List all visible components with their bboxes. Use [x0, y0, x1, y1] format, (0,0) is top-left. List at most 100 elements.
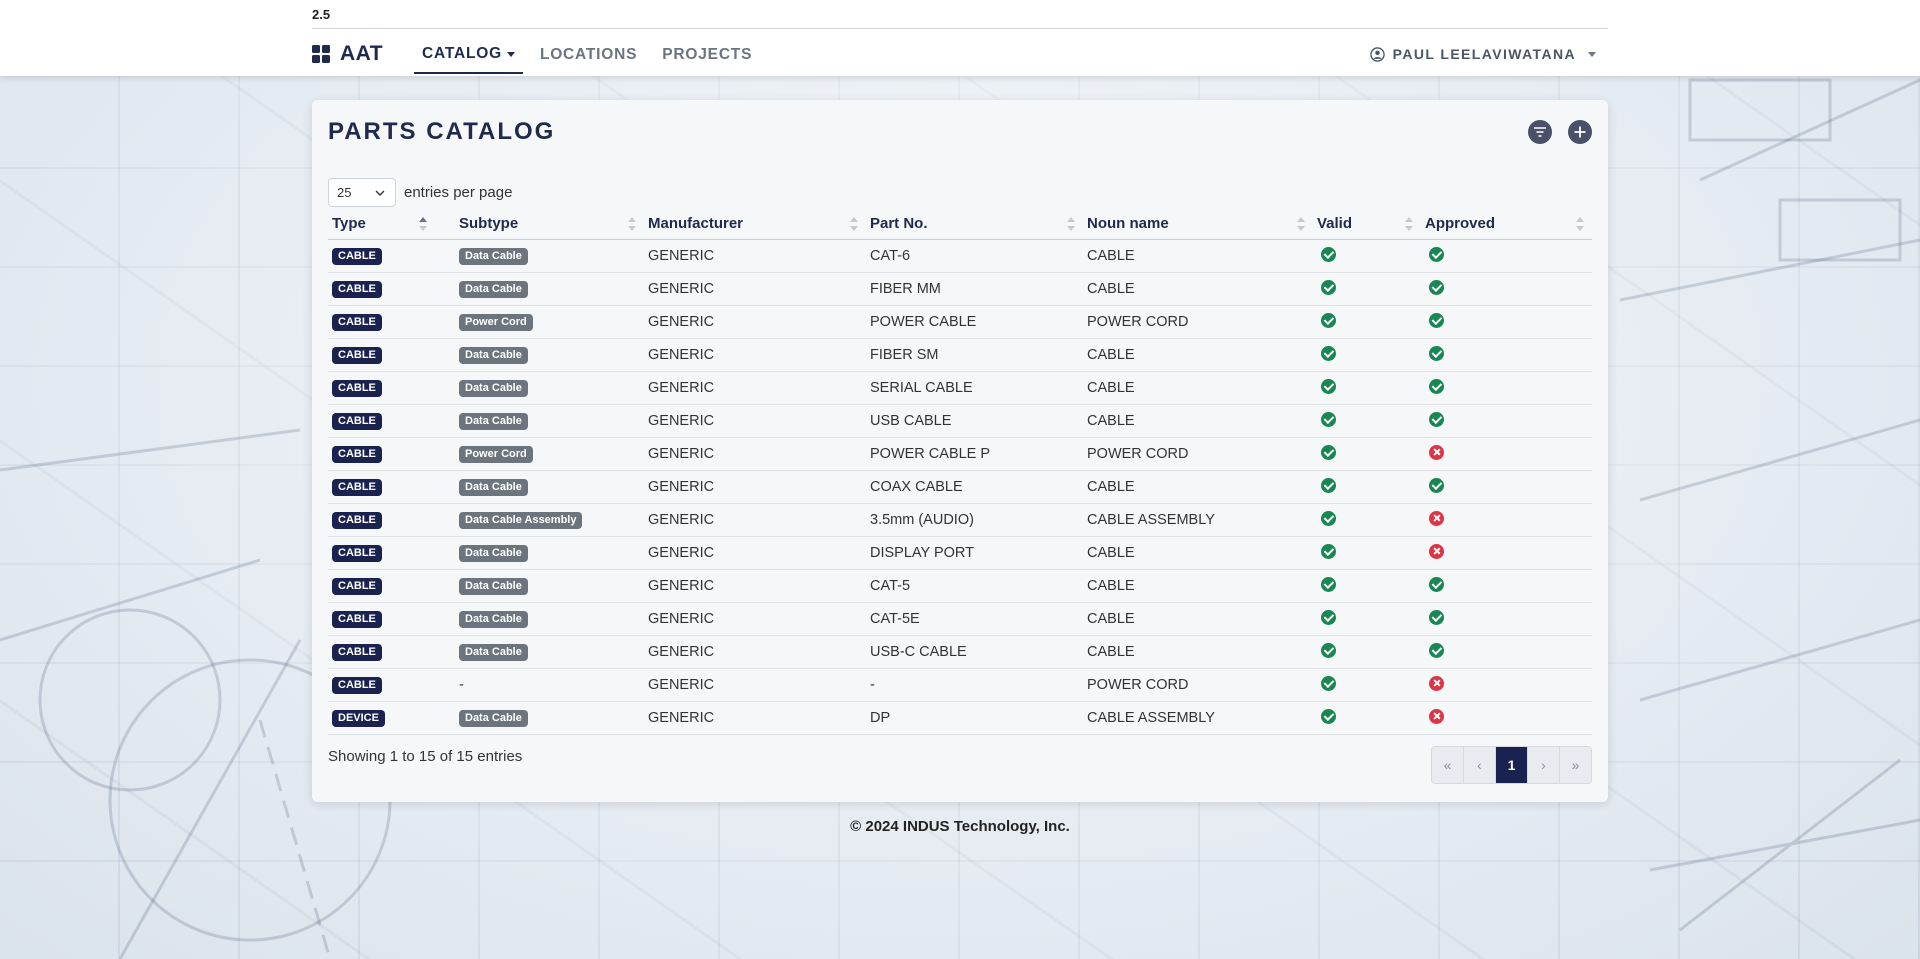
table-row[interactable]: CABLE Data Cable GENERIC SERIAL CABLE CABLE	[328, 371, 1592, 405]
check-circle-icon	[1321, 708, 1336, 724]
nav-projects[interactable]: PROJECTS	[654, 36, 760, 74]
table-row[interactable]: CABLE Data Cable GENERIC DISPLAY PORT CABLE	[328, 536, 1592, 570]
table-row[interactable]: CABLE Data Cable GENERIC COAX CABLE CABLE	[328, 470, 1592, 504]
cell-valid	[1313, 239, 1421, 273]
table-row[interactable]: CABLE Data Cable GENERIC CAT-6 CABLE	[328, 239, 1592, 273]
app-version: 2.5	[312, 7, 331, 22]
table-row[interactable]: CABLE Data Cable GENERIC USB CABLE CABLE	[328, 404, 1592, 438]
cell-noun-name: CABLE	[1083, 371, 1313, 405]
table-row[interactable]: DEVICE Data Cable GENERIC DP CABLE ASSEMBLY	[328, 701, 1592, 735]
cell-noun-name: CABLE	[1083, 338, 1313, 372]
cell-type: CABLE	[328, 569, 435, 603]
column-header-label: Valid	[1317, 215, 1353, 232]
cell-subtype: Power Cord	[435, 305, 644, 339]
table-row[interactable]: CABLE - GENERIC - POWER CORD	[328, 668, 1592, 702]
sort-icon	[1576, 217, 1584, 231]
column-header-valid[interactable]: Valid	[1313, 208, 1421, 240]
table-info: Showing 1 to 15 of 15 entries	[328, 748, 523, 765]
column-header-approved[interactable]: Approved	[1421, 208, 1592, 240]
cell-manufacturer: GENERIC	[644, 305, 866, 339]
column-header-subtype[interactable]: Subtype	[435, 208, 644, 240]
sort-icon	[1405, 217, 1413, 231]
check-circle-icon	[1429, 312, 1444, 328]
type-badge: CABLE	[332, 281, 382, 298]
table-row[interactable]: CABLE Data Cable GENERIC USB-C CABLE CABLE	[328, 635, 1592, 669]
cell-noun-name: POWER CORD	[1083, 668, 1313, 702]
check-circle-icon	[1429, 378, 1444, 394]
check-circle-icon	[1321, 576, 1336, 592]
cell-noun-name: CABLE	[1083, 239, 1313, 273]
column-header-label: Manufacturer	[648, 215, 744, 232]
cell-type: CABLE	[328, 404, 435, 438]
nav-projects-label: PROJECTS	[662, 46, 753, 63]
next-page-button[interactable]: ›	[1528, 747, 1560, 783]
filter-icon	[1534, 127, 1546, 137]
check-circle-icon	[1321, 411, 1336, 427]
cell-approved	[1421, 437, 1592, 471]
cell-approved	[1421, 371, 1592, 405]
cell-approved	[1421, 338, 1592, 372]
column-header-noun-name[interactable]: Noun name	[1083, 208, 1313, 240]
cell-part-no: DP	[866, 701, 1083, 735]
page-length-label: entries per page	[404, 184, 513, 201]
cell-type: CABLE	[328, 503, 435, 537]
nav-catalog[interactable]: CATALOG	[414, 36, 523, 74]
cell-subtype: Data Cable	[435, 569, 644, 603]
check-circle-icon	[1321, 510, 1336, 526]
previous-page-button[interactable]: ‹	[1464, 747, 1496, 783]
pagination: « ‹ 1 › »	[1431, 746, 1592, 784]
subtype-badge: Power Cord	[459, 314, 533, 331]
user-menu[interactable]: PAUL LEELAVIWATANA	[1369, 46, 1596, 62]
cell-valid	[1313, 602, 1421, 636]
parts-table: Type Subtype Manufacturer Part No. Noun …	[328, 208, 1592, 735]
column-header-part-no[interactable]: Part No.	[866, 208, 1083, 240]
cell-noun-name: POWER CORD	[1083, 305, 1313, 339]
table-row[interactable]: CABLE Data Cable GENERIC FIBER MM CABLE	[328, 272, 1592, 306]
type-badge: CABLE	[332, 248, 382, 265]
cell-manufacturer: GENERIC	[644, 404, 866, 438]
footer-copyright: © 2024 INDUS Technology, Inc.	[850, 818, 1070, 835]
cell-approved	[1421, 305, 1592, 339]
cell-type: CABLE	[328, 602, 435, 636]
cell-part-no: FIBER SM	[866, 338, 1083, 372]
table-row[interactable]: CABLE Data Cable Assembly GENERIC 3.5mm (AU…	[328, 503, 1592, 537]
cell-approved	[1421, 668, 1592, 702]
cell-type: CABLE	[328, 470, 435, 504]
subtype-badge: Data Cable	[459, 578, 528, 595]
type-badge: CABLE	[332, 611, 382, 628]
grid-icon	[312, 45, 330, 63]
page-1-button[interactable]: 1	[1496, 747, 1528, 783]
check-circle-icon	[1321, 477, 1336, 493]
column-header-label: Subtype	[459, 215, 519, 232]
check-circle-icon	[1429, 477, 1444, 493]
add-part-button[interactable]	[1568, 120, 1592, 144]
column-header-type[interactable]: Type	[328, 208, 435, 240]
table-row[interactable]: CABLE Power Cord GENERIC POWER CABLE POWER C…	[328, 305, 1592, 339]
cell-part-no: CAT-5	[866, 569, 1083, 603]
type-badge: CABLE	[332, 578, 382, 595]
filter-button[interactable]	[1528, 120, 1552, 144]
table-row[interactable]: CABLE Data Cable GENERIC FIBER SM CABLE	[328, 338, 1592, 372]
cell-subtype: Data Cable	[435, 404, 644, 438]
page-length-select[interactable]: 25	[328, 178, 396, 207]
table-row[interactable]: CABLE Data Cable GENERIC CAT-5E CABLE	[328, 602, 1592, 636]
cell-part-no: COAX CABLE	[866, 470, 1083, 504]
first-page-button[interactable]: «	[1432, 747, 1464, 783]
cell-manufacturer: GENERIC	[644, 371, 866, 405]
check-circle-icon	[1429, 642, 1444, 658]
brand-logo[interactable]: AAT	[312, 42, 383, 66]
subtype-badge: Data Cable	[459, 644, 528, 661]
cell-manufacturer: GENERIC	[644, 536, 866, 570]
user-circle-icon	[1369, 46, 1385, 62]
subtype-badge: Data Cable	[459, 545, 528, 562]
nav-locations[interactable]: LOCATIONS	[532, 36, 645, 74]
nav-locations-label: LOCATIONS	[539, 46, 638, 63]
cell-part-no: CAT-5E	[866, 602, 1083, 636]
cell-valid	[1313, 503, 1421, 537]
table-row[interactable]: CABLE Data Cable GENERIC CAT-5 CABLE	[328, 569, 1592, 603]
cell-part-no: USB-C CABLE	[866, 635, 1083, 669]
check-circle-icon	[1321, 378, 1336, 394]
column-header-manufacturer[interactable]: Manufacturer	[644, 208, 866, 240]
table-row[interactable]: CABLE Power Cord GENERIC POWER CABLE P POWER…	[328, 437, 1592, 471]
last-page-button[interactable]: »	[1560, 747, 1591, 783]
